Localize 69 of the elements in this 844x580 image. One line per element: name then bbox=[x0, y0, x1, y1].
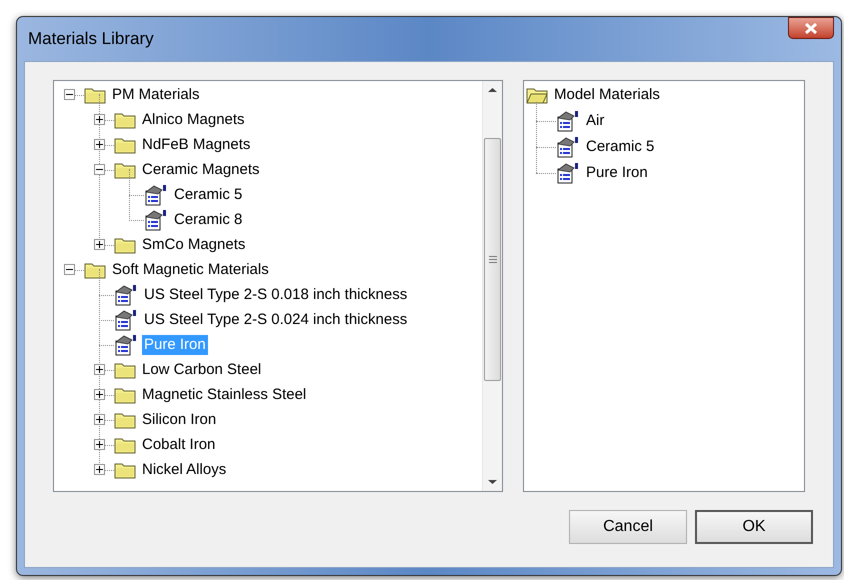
tree-item[interactable]: Alnico Magnets bbox=[140, 110, 247, 130]
tree-item[interactable]: Magnetic Stainless Steel bbox=[140, 384, 308, 404]
minus-icon bbox=[66, 266, 72, 273]
expand-toggle[interactable] bbox=[94, 114, 104, 125]
plus-icon bbox=[96, 416, 102, 423]
material-document-icon bbox=[144, 208, 168, 230]
tree-item[interactable]: Low Carbon Steel bbox=[140, 360, 264, 380]
folder-icon bbox=[114, 360, 136, 378]
scrollbar-thumb[interactable] bbox=[484, 138, 501, 381]
plus-icon bbox=[96, 466, 102, 473]
tree-item[interactable]: Pure Iron bbox=[584, 162, 650, 184]
close-icon bbox=[805, 22, 817, 34]
tree-item[interactable]: Soft Magnetic Materials bbox=[110, 260, 271, 280]
plus-icon bbox=[96, 366, 102, 373]
tree-item[interactable]: Ceramic 8 bbox=[172, 210, 244, 230]
minus-icon bbox=[66, 91, 72, 98]
tree-item[interactable]: Air bbox=[584, 110, 606, 132]
tree-item[interactable]: US Steel Type 2-S 0.024 inch thickness bbox=[142, 310, 410, 330]
folder-icon bbox=[114, 460, 136, 478]
material-document-icon bbox=[556, 162, 580, 184]
close-button[interactable] bbox=[788, 17, 834, 39]
material-document-icon bbox=[144, 184, 168, 206]
collapse-toggle[interactable] bbox=[94, 164, 104, 175]
plus-icon bbox=[96, 241, 102, 248]
tree-item[interactable]: Silicon Iron bbox=[140, 410, 218, 430]
material-document-icon bbox=[114, 284, 138, 306]
material-document-icon bbox=[556, 136, 580, 158]
tree-item[interactable]: Model Materials bbox=[552, 84, 662, 106]
minus-icon bbox=[96, 166, 102, 173]
folder-icon bbox=[114, 236, 136, 254]
ok-button[interactable]: OK bbox=[695, 510, 813, 544]
tree-item[interactable]: Ceramic Magnets bbox=[140, 160, 262, 180]
folder-icon bbox=[84, 86, 106, 104]
window-title: Materials Library bbox=[27, 28, 154, 50]
open-folder-icon bbox=[526, 86, 548, 104]
vertical-scrollbar[interactable] bbox=[482, 81, 502, 491]
tree-item[interactable]: NdFeB Magnets bbox=[140, 134, 252, 154]
tree-item[interactable]: SmCo Magnets bbox=[140, 234, 248, 254]
material-document-icon bbox=[114, 308, 138, 330]
folder-icon bbox=[84, 260, 106, 278]
folder-icon bbox=[114, 160, 136, 178]
plus-icon bbox=[96, 441, 102, 448]
folder-icon bbox=[114, 436, 136, 454]
material-document-icon bbox=[114, 334, 138, 356]
plus-icon bbox=[96, 141, 102, 148]
collapse-toggle[interactable] bbox=[64, 89, 74, 100]
expand-toggle[interactable] bbox=[94, 389, 104, 400]
tree-item[interactable]: Nickel Alloys bbox=[140, 460, 228, 480]
cancel-button[interactable]: Cancel bbox=[569, 510, 687, 544]
tree-item[interactable]: Cobalt Iron bbox=[140, 434, 218, 454]
collapse-toggle[interactable] bbox=[64, 264, 74, 275]
grip-icon bbox=[488, 256, 496, 263]
expand-toggle[interactable] bbox=[94, 364, 104, 375]
expand-toggle[interactable] bbox=[94, 439, 104, 450]
tree-item[interactable]: Ceramic 5 bbox=[584, 136, 656, 158]
expand-toggle[interactable] bbox=[94, 464, 104, 475]
expand-toggle[interactable] bbox=[94, 239, 104, 250]
tree-item[interactable]: PM Materials bbox=[110, 84, 202, 104]
material-document-icon bbox=[556, 110, 580, 132]
expand-toggle[interactable] bbox=[94, 414, 104, 425]
plus-icon bbox=[96, 391, 102, 398]
folder-icon bbox=[114, 386, 136, 404]
plus-icon bbox=[96, 116, 102, 123]
expand-toggle[interactable] bbox=[94, 139, 104, 150]
folder-icon bbox=[114, 410, 136, 428]
tree-item[interactable]: US Steel Type 2-S 0.018 inch thickness bbox=[142, 284, 410, 304]
folder-icon bbox=[114, 136, 136, 154]
folder-icon bbox=[114, 110, 136, 128]
tree-item[interactable]: Ceramic 5 bbox=[172, 184, 244, 204]
